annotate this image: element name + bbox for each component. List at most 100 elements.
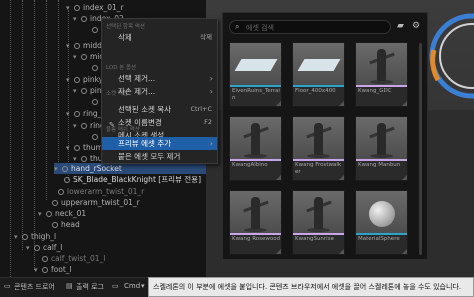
asset-thumbnail [230,117,281,161]
bone-item[interactable]: ▾ index_01_r [66,2,124,13]
menu-item[interactable]: ✎ 소켓 이름변경 F2 [102,116,217,129]
asset-type-bar [230,159,281,161]
bone-icon [81,16,87,22]
asset-tile[interactable]: Kwang_GDC [355,42,408,107]
bone-item[interactable]: lowerarm_twist_01_r [50,186,144,197]
bone-icon [62,166,68,172]
folder-icon[interactable]: ▰ [397,21,404,31]
bone-icon [74,5,80,11]
asset-corner-icon [402,249,407,254]
asset-tile[interactable]: ElvenRuins_Terrain [229,42,282,107]
bone-item[interactable]: head [44,219,80,230]
bone-label: calf_twist_01_l [51,254,106,263]
bone-icon [81,54,87,60]
expand-arrow-icon[interactable]: ▾ [73,86,81,97]
output-log-icon: ▤ [66,282,73,290]
menu-item[interactable]: 자손 제거... › [102,85,217,98]
selected-socket-item[interactable]: ▾ hand_rSocket [54,163,206,174]
asset-scrollbar[interactable] [419,43,422,255]
menu-item-label: 자손 제거... [118,87,156,96]
search-icon: ⌕ [235,22,240,31]
menu-item-label: 프리뷰 에셋 추가 [118,139,172,148]
expand-arrow-icon[interactable]: ▾ [66,109,74,120]
expand-arrow-icon[interactable]: ▾ [14,232,22,243]
gear-icon[interactable]: ⚙ [412,21,420,31]
asset-type-bar [356,159,407,161]
bone-label: SK_Blade_BlackKnight [프리뷰 전용] [73,175,202,184]
menu-item[interactable]: 붙은 에셋 모두 제거 [102,150,217,163]
asset-search-input[interactable] [246,22,386,33]
expand-arrow-icon[interactable]: ▾ [34,265,42,276]
asset-type-bar [356,85,407,87]
asset-corner-icon [402,175,407,180]
menu-item[interactable]: 선택 제거... › [102,72,217,85]
bone-icon [42,256,48,262]
bone-icon [46,211,52,217]
bone-icon [92,134,98,140]
content-drawer-icon: ▭ [4,282,11,290]
asset-tile-label: KwangAlbino [232,162,268,168]
submenu-arrow-icon: › [209,87,213,96]
menu-item[interactable]: 삭제 삭제 [102,31,217,44]
asset-tile-label: Kwang Rosewood [232,236,281,242]
cmd-button[interactable]: Cmd [124,282,140,290]
asset-tile[interactable]: Floor_400x400 [292,42,345,107]
asset-corner-icon [339,249,344,254]
tree-guide-line [58,0,59,170]
transform-gizmo[interactable] [428,0,474,120]
asset-tile-label: Kwang Frostwalker [295,162,342,175]
content-drawer-button[interactable]: 콘텐츠 드로어 [14,282,55,292]
asset-tile[interactable]: Kwang Frostwalker [292,116,345,181]
menu-item-label: 소켓 이름변경 [118,118,162,127]
bone-icon [52,200,58,206]
asset-tile-label: MaterialSphere [358,236,400,242]
asset-type-bar [293,85,344,87]
asset-thumbnail [293,117,344,161]
asset-type-bar [230,85,281,87]
chevron-down-icon[interactable]: ▾ [141,282,145,290]
tree-guide-line [34,0,35,270]
bone-icon [34,245,40,251]
asset-thumbnail [230,43,281,87]
asset-tile[interactable]: Kwang Manbun [355,116,408,181]
bone-icon [81,156,87,162]
expand-arrow-icon[interactable]: ▾ [26,243,34,254]
bone-item[interactable]: ▾ calf_l [26,242,62,253]
menu-section-header: 선택된 항목 액션 [106,24,145,30]
asset-tile-label: Floor_400x400 [295,88,336,94]
asset-tile[interactable]: MaterialSphere [355,190,408,255]
expand-arrow-icon[interactable]: ▾ [73,14,81,25]
bone-item[interactable]: ▾ foot_l [34,264,72,275]
preview-asset-item[interactable]: SK_Blade_BlackKnight [프리뷰 전용] [56,174,201,185]
menu-item-label: 삭제 [118,33,132,42]
asset-tile[interactable]: KwangAlbino [229,116,282,181]
context-menu: 선택된 항목 액션 LOD 본 옵션 소켓 액션 블룸 메쉬 액션 삭제 삭제 선택 제거.… [101,18,218,164]
bone-icon [74,77,80,83]
menu-item-label: 붙은 에셋 모두 제거 [118,152,181,161]
bone-item[interactable]: upperarm_twist_01_r [44,197,140,208]
bone-icon [74,111,80,117]
bone-icon [58,189,64,195]
menu-section-header: LOD 본 옵션 [106,65,137,71]
asset-thumbnail [356,43,407,87]
bone-label: foot_l [51,265,72,274]
bone-item[interactable]: ▾ thigh_l [14,231,56,242]
menu-item[interactable]: 선택된 소켓 복사 Ctrl+C [102,103,217,116]
bone-item[interactable]: ▾ neck_01 [38,208,86,219]
asset-search-field[interactable]: ⌕ [229,20,391,34]
menu-item-shortcut: 삭제 [200,33,212,41]
asset-tile[interactable]: KwangSunrise [292,190,345,255]
asset-thumbnail [293,43,344,87]
bone-label: calf_l [43,243,63,252]
bone-item[interactable]: calf_twist_01_l [34,253,105,264]
menu-item-label: 선택된 소켓 복사 [118,105,172,114]
asset-tile[interactable]: Kwang Rosewood [229,190,282,255]
mesh-icon [64,177,70,183]
output-log-button[interactable]: 출력 로그 [76,282,104,292]
expand-arrow-icon[interactable]: ▾ [73,52,81,63]
bone-label: index_01_r [83,3,124,12]
menu-item[interactable]: 프리뷰 에셋 추가 › [102,137,217,150]
submenu-arrow-icon: › [209,139,213,148]
expand-arrow-icon[interactable]: ▾ [73,121,81,132]
bone-icon [74,145,80,151]
